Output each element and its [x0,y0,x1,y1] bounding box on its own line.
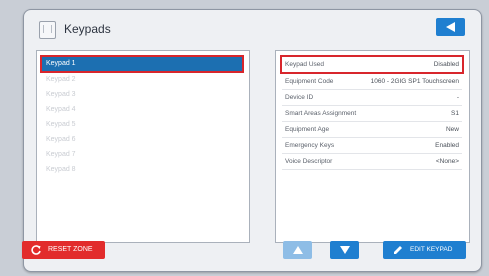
reset-zone-label: RESET ZONE [48,246,93,253]
edit-keypad-label: EDIT KEYPAD [410,246,453,253]
row-label: Smart Areas Assignment [285,110,357,117]
keypad-details: Keypad Used Disabled Equipment Code 1060… [275,50,470,243]
list-item-keypad-7[interactable]: Keypad 7 [42,148,242,162]
list-item-keypad-3[interactable]: Keypad 3 [42,88,242,102]
row-label: Emergency Keys [285,142,335,149]
row-label: Voice Descriptor [285,158,333,165]
list-item-keypad-4[interactable]: Keypad 4 [42,103,242,117]
row-voice-descriptor[interactable]: Voice Descriptor <None> [282,154,462,170]
row-value: <None> [435,158,459,165]
list-item-keypad-1[interactable]: Keypad 1 [40,55,244,73]
row-value: Enabled [435,142,459,149]
page-title: Keypads [64,22,111,36]
row-value: - [456,94,459,101]
keypad-list: Keypad 1 Keypad 2 Keypad 3 Keypad 4 Keyp… [36,50,250,243]
move-up-button[interactable] [283,241,312,259]
header: Keypads [24,10,481,48]
row-label: Equipment Code [285,78,334,85]
row-smart-areas-assignment[interactable]: Smart Areas Assignment S1 [282,106,462,122]
row-value: S1 [451,110,459,117]
reset-zone-button[interactable]: RESET ZONE [22,241,105,259]
up-arrow-icon [293,246,303,254]
row-label: Device ID [285,94,314,101]
keypads-window: Keypads Keypad 1 Keypad 2 Keypad 3 Keypa… [23,9,482,272]
refresh-icon [31,245,41,255]
keypad-device-icon [39,21,56,39]
row-emergency-keys[interactable]: Emergency Keys Enabled [282,138,462,154]
list-item-keypad-6[interactable]: Keypad 6 [42,133,242,147]
row-keypad-used[interactable]: Keypad Used Disabled [280,55,464,74]
row-equipment-age[interactable]: Equipment Age New [282,122,462,138]
list-item-keypad-2[interactable]: Keypad 2 [42,73,242,87]
row-label: Equipment Age [285,126,330,133]
move-down-button[interactable] [330,241,359,259]
row-value: New [445,126,459,133]
list-item-keypad-8[interactable]: Keypad 8 [42,163,242,177]
edit-keypad-button[interactable]: EDIT KEYPAD [383,241,466,259]
row-device-id[interactable]: Device ID - [282,90,462,106]
back-button[interactable] [436,18,465,36]
row-equipment-code[interactable]: Equipment Code 1060 - 2GIG SP1 Touchscre… [282,74,462,90]
row-label: Keypad Used [285,61,325,68]
row-value: 1060 - 2GIG SP1 Touchscreen [370,78,459,85]
down-arrow-icon [340,246,350,254]
pencil-icon [394,246,402,254]
back-triangle-icon [446,22,455,32]
row-value: Disabled [433,61,459,68]
list-item-keypad-5[interactable]: Keypad 5 [42,118,242,132]
